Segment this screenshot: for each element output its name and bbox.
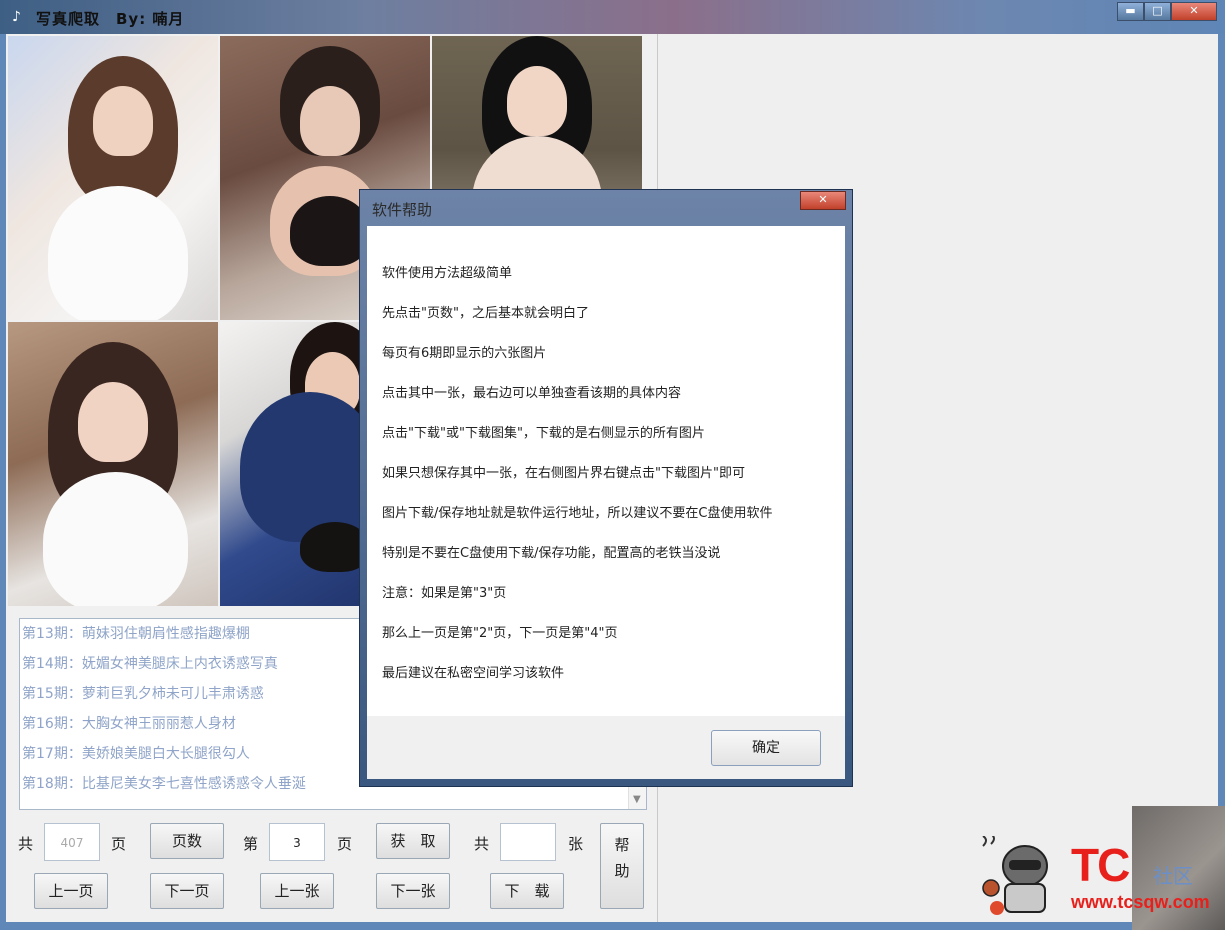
page-prefix: 第 (243, 835, 259, 853)
help-line: 特别是不要在C盘使用下载/保存功能，配置高的老铁当没说 (382, 546, 721, 561)
help-line: 注意：如果是第"3"页 (382, 586, 507, 601)
total-pages-prefix: 共 (18, 835, 34, 853)
help-line: 点击"下载"或"下载图集"，下载的是右侧显示的所有图片 (382, 426, 705, 441)
help-button-label-top: 帮 (614, 836, 630, 854)
help-line: 先点击"页数"，之后基本就会明白了 (382, 306, 589, 321)
scroll-down-icon[interactable]: ▼ (633, 794, 641, 805)
photo-thumbnail-1[interactable] (8, 36, 218, 320)
help-dialog: 软件帮助 ✕ 软件使用方法超级简单 先点击"页数"，之后基本就会明白了 每页有6… (359, 189, 853, 787)
help-line: 最后建议在私密空间学习该软件 (382, 666, 565, 681)
help-button[interactable]: 帮 助 (600, 823, 644, 909)
prev-image-button[interactable]: 上一张 (260, 873, 334, 909)
next-image-button[interactable]: 下一张 (376, 873, 450, 909)
dialog-close-button[interactable]: ✕ (800, 191, 846, 210)
close-button[interactable]: ✕ (1171, 2, 1217, 21)
brand-url: www.tcsqw.com (1071, 892, 1210, 912)
current-page-field[interactable]: 3 (269, 823, 325, 861)
total-pages-unit: 页 (111, 835, 127, 853)
image-count-field[interactable] (500, 823, 556, 861)
total-pages-field[interactable]: 407 (44, 823, 100, 861)
help-line: 软件使用方法超级简单 (382, 266, 513, 281)
help-line: 那么上一页是第"2"页，下一页是第"4"页 (382, 626, 618, 641)
help-text-area: 软件使用方法超级简单 先点击"页数"，之后基本就会明白了 每页有6期即显示的六张… (367, 226, 845, 716)
help-line: 点击其中一张，最右边可以单独查看该期的具体内容 (382, 386, 682, 401)
photo-thumbnail-4[interactable] (8, 322, 218, 606)
watermark-logo: TC 社区 www.tcsqw.com (975, 832, 1225, 924)
brand-logo-text: TC (1071, 839, 1130, 891)
page-unit: 页 (337, 835, 353, 853)
download-button[interactable]: 下 载 (490, 873, 564, 909)
help-line: 每页有6期即显示的六张图片 (382, 346, 547, 361)
fetch-button[interactable]: 获 取 (376, 823, 450, 859)
count-unit: 张 (568, 835, 584, 853)
help-line: 如果只想保存其中一张，在右侧图片界右键点击"下载图片"即可 (382, 466, 745, 481)
count-prefix: 共 (474, 835, 490, 853)
minimize-button[interactable]: ▬ (1117, 2, 1144, 21)
dialog-title: 软件帮助 (372, 201, 433, 219)
prev-page-button[interactable]: 上一页 (34, 873, 108, 909)
help-button-label-bottom: 助 (614, 862, 630, 880)
dialog-ok-button[interactable]: 确定 (711, 730, 821, 766)
next-page-button[interactable]: 下一页 (150, 873, 224, 909)
brand-sub-text: 社区 (1153, 864, 1193, 888)
maximize-button[interactable]: □ (1144, 2, 1171, 21)
mascot-icon (982, 836, 1048, 915)
dialog-body: 软件使用方法超级简单 先点击"页数"，之后基本就会明白了 每页有6期即显示的六张… (367, 226, 845, 779)
app-icon: ♪ (12, 9, 21, 25)
pages-button[interactable]: 页数 (150, 823, 224, 859)
window-controls: ▬ □ ✕ (1117, 2, 1217, 21)
window-title: 写真爬取 By: 喃月 (36, 10, 185, 28)
help-line: 图片下载/保存地址就是软件运行地址，所以建议不要在C盘使用软件 (382, 506, 773, 521)
title-bar[interactable]: ♪ 写真爬取 By: 喃月 ▬ □ ✕ (0, 0, 1225, 34)
